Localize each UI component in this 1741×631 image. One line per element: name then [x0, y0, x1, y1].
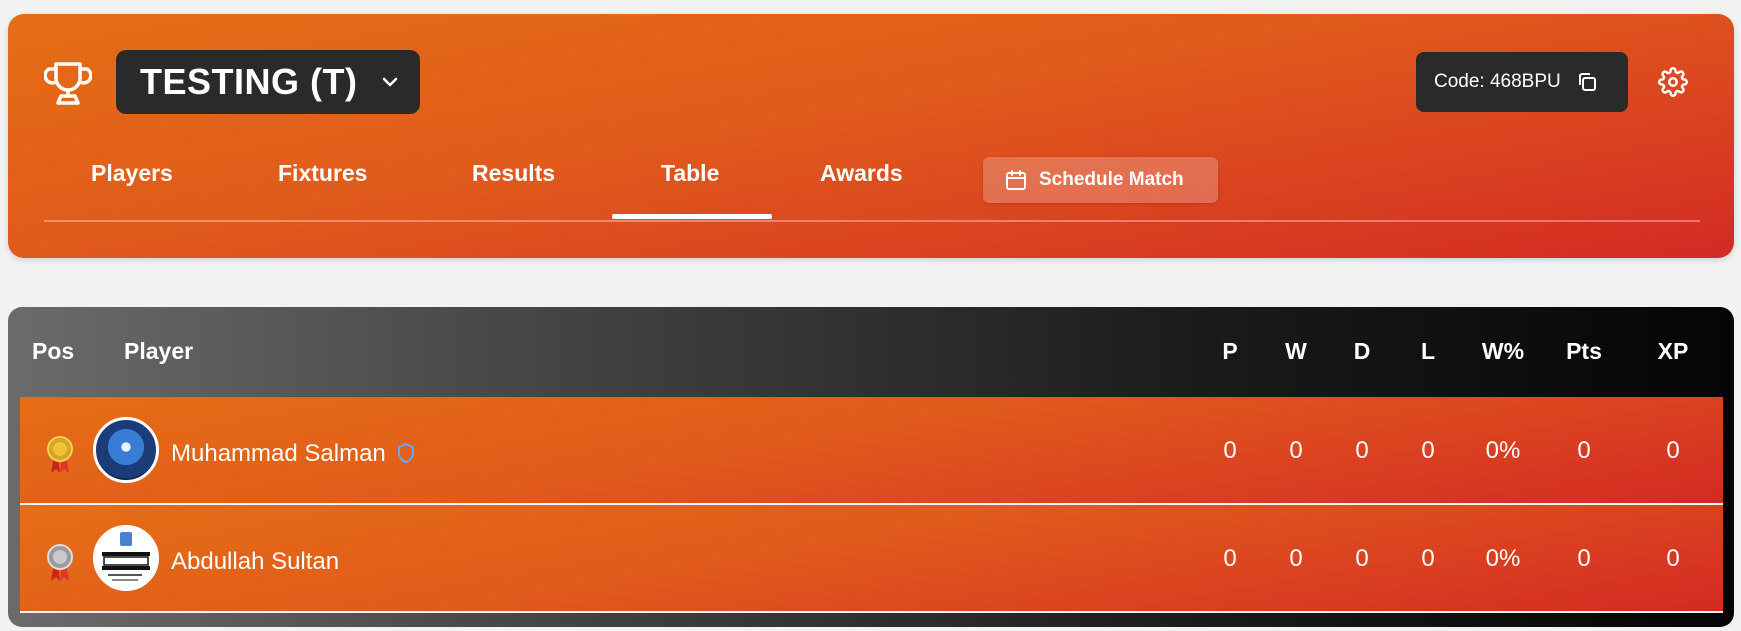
avatar-image	[102, 532, 150, 581]
tabs-divider	[44, 220, 1700, 222]
schedule-match-button[interactable]: Schedule Match	[983, 157, 1218, 203]
row-divider	[20, 611, 1723, 613]
col-header-player: Player	[124, 338, 194, 364]
cell-played: 0	[1223, 437, 1237, 464]
chevron-down-icon	[382, 77, 398, 87]
cell-won: 0	[1289, 437, 1303, 464]
schedule-match-label: Schedule Match	[1039, 169, 1184, 190]
calendar-icon	[1006, 170, 1026, 190]
tab-fixtures[interactable]: Fixtures	[278, 160, 367, 187]
league-code: Code: 468BPU	[1434, 71, 1561, 92]
active-tab-indicator	[612, 214, 772, 219]
player-name-link[interactable]: Muhammad Salman	[171, 440, 416, 468]
league-code-box: Code: 468BPU	[1416, 52, 1628, 112]
league-selector[interactable]: TESTING (T)	[116, 50, 420, 114]
cell-xp: 0	[1666, 545, 1680, 572]
col-header-pos: Pos	[32, 338, 75, 364]
cell-lost: 0	[1421, 545, 1435, 572]
player-avatar[interactable]	[93, 525, 159, 591]
tab-players[interactable]: Players	[91, 160, 173, 187]
tab-table[interactable]: Table	[661, 160, 719, 187]
tab-results[interactable]: Results	[472, 160, 555, 187]
player-name[interactable]: Abdullah Sultan	[171, 548, 339, 576]
tab-awards[interactable]: Awards	[820, 160, 903, 187]
cell-drawn: 0	[1355, 545, 1369, 572]
trophy-icon	[44, 62, 92, 105]
cell-win-pct: 0%	[1485, 437, 1521, 464]
col-header-w: W	[1285, 338, 1307, 364]
silver-medal-icon	[47, 544, 73, 581]
cell-won: 0	[1289, 545, 1303, 572]
league-name: TESTING (T)	[140, 61, 358, 102]
cell-points: 0	[1577, 545, 1591, 572]
shield-icon	[398, 443, 415, 463]
cell-drawn: 0	[1355, 437, 1369, 464]
cell-points: 0	[1577, 437, 1591, 464]
player-name: Muhammad Salman	[171, 440, 386, 467]
gold-medal-icon	[47, 436, 73, 473]
cell-played: 0	[1223, 545, 1237, 572]
col-header-xp: XP	[1657, 338, 1689, 364]
player-avatar[interactable]	[93, 417, 159, 483]
cell-win-pct: 0%	[1485, 545, 1521, 572]
cell-xp: 0	[1666, 437, 1680, 464]
col-header-d: D	[1353, 338, 1371, 364]
col-header-l: L	[1420, 338, 1436, 364]
col-header-p: P	[1222, 338, 1238, 364]
col-header-pts: Pts	[1566, 338, 1602, 364]
cell-lost: 0	[1421, 437, 1435, 464]
copy-icon[interactable]	[1576, 71, 1598, 93]
gear-icon[interactable]	[1658, 67, 1688, 97]
col-header-wpct: W%	[1481, 338, 1525, 364]
